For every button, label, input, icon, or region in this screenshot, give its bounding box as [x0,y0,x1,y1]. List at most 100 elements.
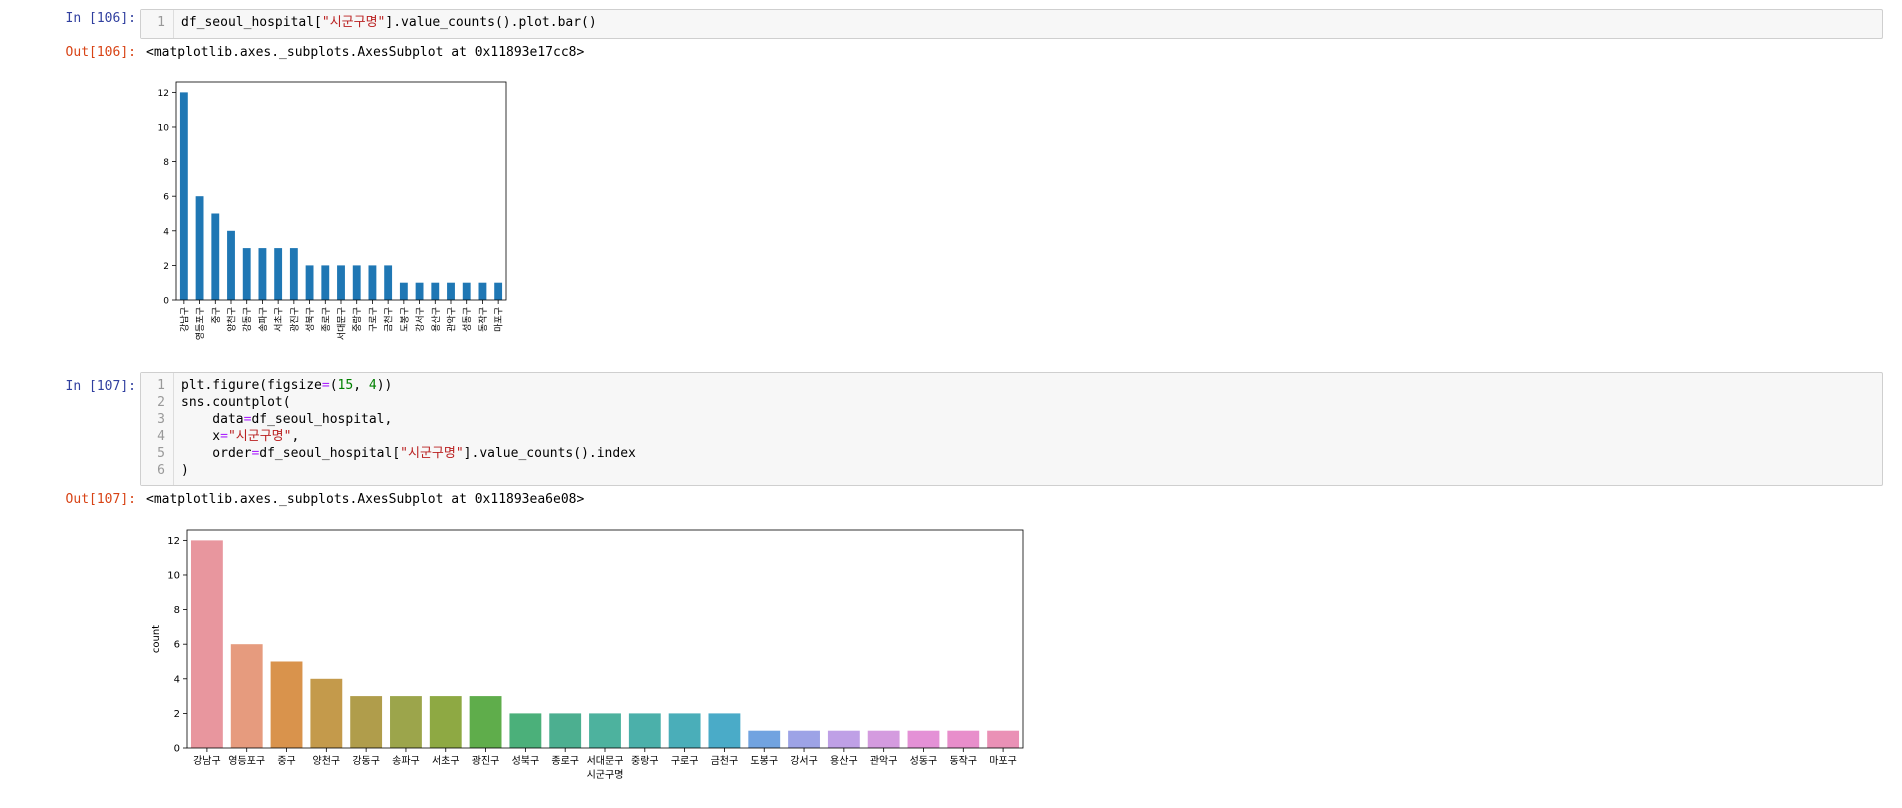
x-tick-label: 강남구 [179,307,190,332]
x-tick-label: 중구 [277,755,295,767]
bar [195,196,204,300]
x-tick-label: 강서구 [415,307,426,332]
bar [462,282,471,300]
bar [305,265,314,300]
countplot-107: 0 2 4 6 8 10 12 강남구 영등포구 중구 양천구 강동구 송파구 서초구 광진구 성북구 종로구 서… [151,529,1024,781]
y-tick-label: 4 [174,674,180,685]
bar [429,696,462,748]
y-tick-label: 10 [167,570,180,581]
bar [242,248,251,300]
y-tick-label: 8 [163,158,169,168]
bar [211,213,220,300]
code-token: ].value_counts().plot.bar() [385,15,597,30]
y-tick-label: 2 [174,709,180,720]
code-token: ].value_counts().index [463,446,636,461]
bar [827,730,860,748]
x-tick-label: 서초구 [274,307,285,332]
code-line: sns.countplot( [181,394,291,411]
code-token: df_seoul_hospital[ [181,15,322,30]
y-tick-label: 6 [174,640,180,651]
code-token: df_seoul_hospital[ [259,446,401,461]
x-tick-label: 종로구 [551,755,579,767]
bar [350,696,383,748]
x-tick-label: 도봉구 [399,307,410,332]
bar [589,713,621,748]
x-tick-label: 구로구 [671,756,699,767]
bar [274,248,283,300]
code-token: plt.figure(figsize [181,378,322,393]
bar [478,282,487,300]
x-tick-label: 관악구 [446,307,458,332]
y-tick-label: 10 [158,123,170,133]
x-tick-label: 서대문구 [587,755,624,767]
code-token: 4 [368,378,377,393]
line-number: 1 [157,15,165,30]
bar [310,678,343,748]
x-tick-label: 강동구 [242,307,253,332]
bar [415,282,424,300]
bar [289,248,298,300]
x-tick-label: 영등포구 [195,307,206,340]
code-token: "시군구명" [400,446,464,461]
line-number: 3 [157,412,165,427]
code-token: sns.countplot( [181,395,291,410]
y-tick-label: 6 [163,193,169,203]
code-line: data=df_seoul_hospital, [181,411,392,428]
bar [399,282,408,300]
x-tick-label: 서초구 [432,755,460,767]
code-token: x [181,429,221,444]
x-tick-label: 동작구 [949,755,977,767]
x-tick-label: 중구 [211,307,222,324]
code-token: "시군구명" [227,429,292,444]
bar [384,265,393,300]
x-axis-label: 시군구명 [587,769,624,781]
code-token: )) [376,378,393,393]
code-line: x="시군구명", [181,428,299,445]
bar [469,696,502,748]
x-tick-label: 성동구 [910,755,938,767]
output-text-106: <matplotlib.axes._subplots.AxesSubplot a… [146,45,585,60]
code-token: order [181,446,252,461]
x-tick-label: 금천구 [711,755,739,767]
code-cell-107[interactable]: 1 plt.figure(figsize=(15, 4)) 2 sns.countpl… [140,372,1883,486]
x-tick-label: 송파구 [392,755,420,767]
bar [867,730,900,748]
y-tick-label: 0 [163,297,169,307]
bar [494,282,503,300]
code-token: data [181,412,244,427]
x-tick-label: 양천구 [313,755,341,767]
x-tick-label: 광진구 [288,307,300,332]
bar [509,713,542,748]
x-tick-label: 도봉구 [750,755,778,767]
y-tick-label: 4 [163,227,169,237]
bar [390,696,422,748]
x-tick-label: 중랑구 [631,755,659,767]
line-number: 4 [157,429,165,444]
bar [947,730,980,748]
chart-107-container: 0 2 4 6 8 10 12 강남구 영등포구 중구 양천구 강동구 송파구 서초구 광진구 성북구 종로구 서… [140,520,1040,804]
in-prompt-107: In [107]: [65,379,136,394]
line-number: 1 [157,378,165,393]
bar [352,265,361,300]
bar-chart-106: 0 2 4 6 8 10 12 강남구 영등포구 중구 양천구 강동구 송파구 서초구 광진구 성북구 종로구 서… [158,81,507,340]
x-tick-label: 중랑구 [351,307,363,332]
x-tick-label: 송파구 [258,307,269,332]
line-number: 5 [157,446,165,461]
code-cell-106[interactable]: 1 df_seoul_hospital["시군구명"].value_counts(… [140,9,1883,39]
bar [321,265,330,300]
code-line: df_seoul_hospital["시군구명"].value_counts()… [181,14,597,31]
bar [270,661,303,748]
code-token: "시군구명" [321,15,386,30]
bar [549,713,582,748]
x-tick-label: 마포구 [989,755,1017,767]
chart-106-container: 0 2 4 6 8 10 12 강남구 영등포구 중구 양천구 강동구 송파구 서초구 광진구 성북구 종로구 서… [140,70,520,355]
x-tick-label: 용산구 [431,307,442,332]
code-token: , [291,429,300,444]
code-token: df_seoul_hospital, [251,412,393,427]
bar [368,265,377,300]
x-tick-label: 강서구 [790,755,818,767]
x-tick-label: 성동구 [462,307,473,332]
line-number: 6 [157,463,165,478]
x-tick-label: 관악구 [870,755,898,767]
bar [668,713,701,748]
